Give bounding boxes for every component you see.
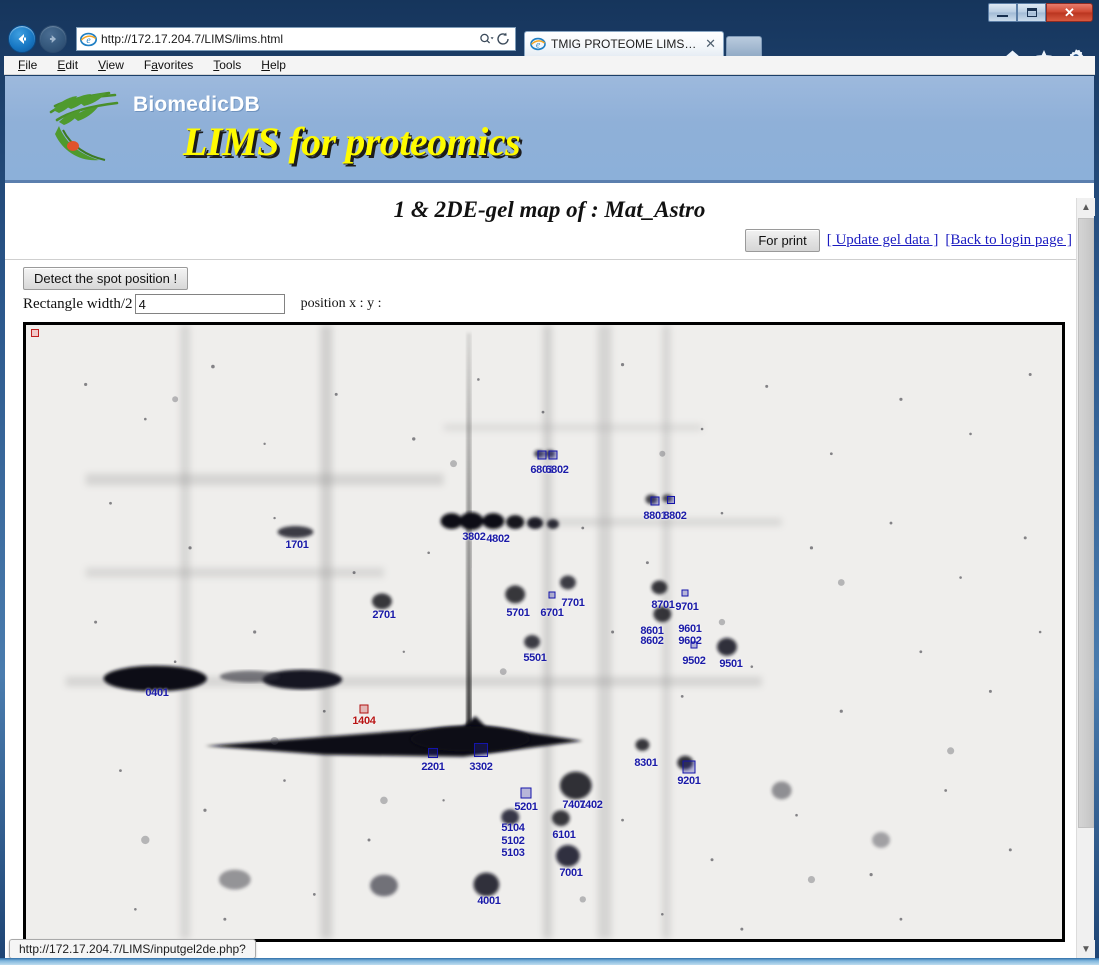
scroll-up-button[interactable]: ▲ [1077,198,1095,216]
address-url-text: http://172.17.204.7/LIMS/lims.html [101,32,284,46]
spot-label-3302[interactable]: 3302 [469,761,493,773]
page-scrollbar[interactable]: ▲ ▼ [1076,198,1095,958]
spot-marker-3302[interactable] [474,743,488,757]
spot-marker-5201[interactable] [520,787,532,799]
rectangle-width-row: Rectangle width/2 position x : y : [5,290,1094,314]
maximize-button[interactable] [1017,3,1046,22]
spot-label-9201[interactable]: 9201 [677,775,701,787]
page-content: 1 & 2DE-gel map of : Mat_Astro For print… [5,183,1094,958]
spot-label-9601[interactable]: 9601 [678,623,702,635]
tab-title: TMIG PROTEOME LIMS HO... [551,37,698,51]
menu-bar: File Edit View Favorites Tools Help [4,56,1095,75]
spot-label-8301[interactable]: 8301 [634,757,658,769]
leaf-plant-logo-icon [49,91,119,161]
tab-strip: e TMIG PROTEOME LIMS HO... ✕ [524,22,762,56]
spot-label-4802[interactable]: 4802 [486,533,510,545]
address-bar[interactable]: e http://172.17.204.7/LIMS/lims.html [76,27,516,51]
forward-arrow-icon [49,35,57,43]
spot-marker-8801[interactable] [650,496,660,506]
spot-label-5102[interactable]: 5102 [501,835,525,847]
title-bar: ✕ [0,0,1099,22]
spot-label-9501[interactable]: 9501 [719,658,743,670]
browser-window: ✕ e http://172.17.204.7/LIMS/lims.html e… [0,0,1099,965]
spot-label-7701[interactable]: 7701 [561,597,585,609]
spot-marker-1404[interactable] [359,704,369,714]
for-print-button[interactable]: For print [745,229,820,252]
tab-close-icon[interactable]: ✕ [703,36,718,52]
tab-tmig-proteome-lims[interactable]: e TMIG PROTEOME LIMS HO... ✕ [524,31,724,56]
menu-edit[interactable]: Edit [57,58,78,72]
page-action-bar: For print [ Update gel data ] [Back to l… [5,223,1094,252]
spot-label-0401[interactable]: 0401 [145,687,169,699]
refresh-icon[interactable] [495,30,512,48]
back-arrow-icon [18,34,26,44]
spot-label-5104[interactable]: 5104 [501,822,525,834]
spot-label-8802[interactable]: 8802 [663,510,687,522]
back-to-login-link[interactable]: [Back to login page ] [945,232,1072,249]
spot-marker-9201[interactable] [682,760,696,774]
brand-title: LIMS for proteomics [183,119,521,164]
scroll-down-button[interactable]: ▼ [1077,940,1095,958]
spot-label-5501[interactable]: 5501 [523,652,547,664]
menu-tools[interactable]: Tools [213,58,241,72]
window-controls: ✕ [988,3,1093,22]
new-tab-button[interactable] [726,36,762,56]
forward-button[interactable] [39,25,67,53]
status-bar-url: http://172.17.204.7/LIMS/inputgel2de.php… [9,939,256,959]
spot-label-5103[interactable]: 5103 [501,847,525,859]
spot-label-1404[interactable]: 1404 [352,715,376,727]
scrollbar-thumb[interactable] [1078,218,1094,828]
brand-subtitle: BiomedicDB [133,93,260,116]
spot-label-7402[interactable]: 7402 [579,799,603,811]
spot-label-8701[interactable]: 8701 [651,599,675,611]
rectangle-width-input[interactable] [134,294,285,314]
menu-help[interactable]: Help [261,58,286,72]
spot-label-6701[interactable]: 6701 [540,607,564,619]
spot-marker-6802[interactable] [548,450,558,460]
ie-favicon-icon: e [80,32,97,46]
spot-label-6802[interactable]: 6802 [545,464,569,476]
minimize-button[interactable] [988,3,1017,22]
spot-label-8602[interactable]: 8602 [640,635,664,647]
spot-marker-8802[interactable] [667,496,675,504]
gel-image-container[interactable]: 0401 1701 1404 2701 2201 3302 3802 4802 4001 5701… [23,322,1065,942]
spot-label-1701[interactable]: 1701 [285,539,309,551]
spot-marker-2201[interactable] [428,748,438,758]
search-dropdown-icon[interactable] [478,30,495,48]
position-readout-label: position x : y : [300,296,382,311]
ie-favicon-icon: e [530,37,546,51]
page-title: 1 & 2DE-gel map of : Mat_Astro [393,197,706,222]
spot-label-3802[interactable]: 3802 [462,531,486,543]
spot-label-2201[interactable]: 2201 [421,761,445,773]
close-icon: ✕ [1064,4,1075,20]
svg-text:e: e [536,39,540,49]
spot-label-6101[interactable]: 6101 [552,829,576,841]
spot-marker-9502[interactable] [690,641,698,649]
spot-label-2701[interactable]: 2701 [372,609,396,621]
detect-spot-position-button[interactable]: Detect the spot position ! [23,267,189,290]
spot-marker-6801[interactable] [537,450,547,460]
menu-file[interactable]: File [18,58,37,72]
navigation-bar: e http://172.17.204.7/LIMS/lims.html e T… [4,22,1095,65]
spot-label-7001[interactable]: 7001 [559,867,583,879]
close-button[interactable]: ✕ [1046,3,1093,22]
menu-view[interactable]: View [98,58,124,72]
spot-annotation-layer: 0401 1701 1404 2701 2201 3302 3802 4802 4001 5701… [26,325,1062,939]
rectangle-width-label: Rectangle width/2 [23,295,133,312]
spot-marker-6701[interactable] [548,591,556,599]
spot-marker-9701[interactable] [681,589,689,597]
page-viewport: BiomedicDB LIMS for proteomics 1 & 2DE-g… [5,76,1094,958]
detect-tool-row: Detect the spot position ! [5,260,1094,290]
window-bottom-edge [0,958,1099,965]
back-button[interactable] [8,25,36,53]
spot-label-5201[interactable]: 5201 [514,801,538,813]
menu-favorites[interactable]: Favorites [144,58,193,72]
spot-label-5701[interactable]: 5701 [506,607,530,619]
spot-label-4001[interactable]: 4001 [477,895,501,907]
spot-label-9701[interactable]: 9701 [675,601,699,613]
site-banner: BiomedicDB LIMS for proteomics [5,76,1094,183]
update-gel-data-link[interactable]: [ Update gel data ] [827,232,939,249]
spot-label-9502[interactable]: 9502 [682,655,706,667]
